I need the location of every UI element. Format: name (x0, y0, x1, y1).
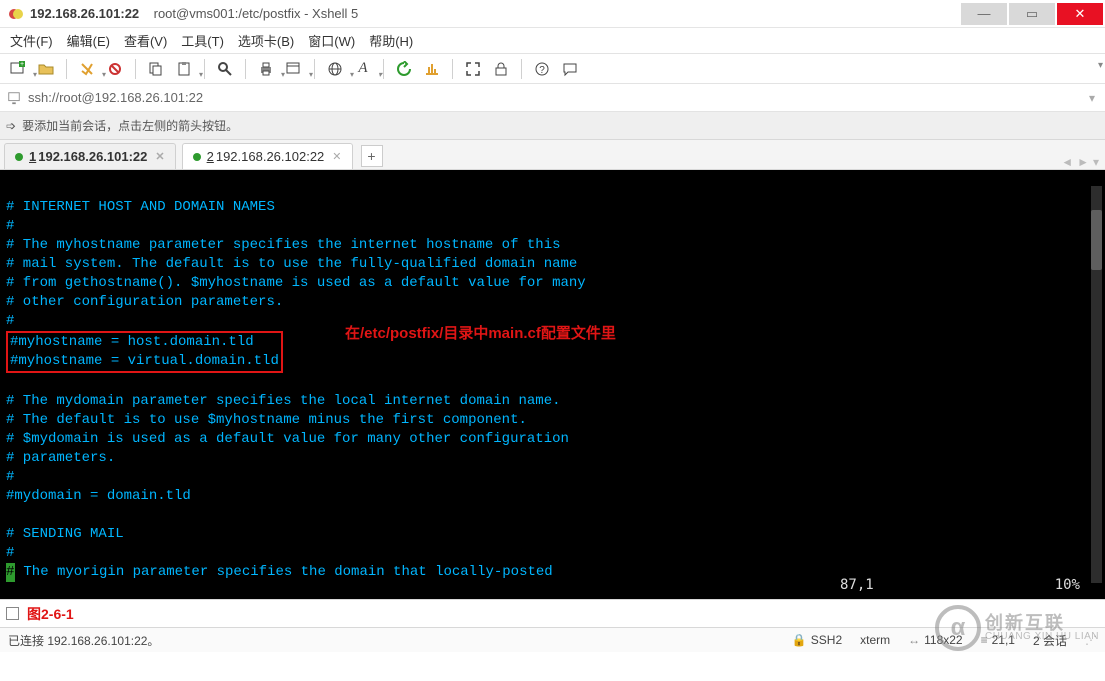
status-sessions: 2 会话 (1033, 632, 1067, 649)
toolbar-find-icon[interactable] (213, 57, 237, 81)
status-dot-icon (15, 153, 23, 161)
toolbar-lock-icon[interactable] (489, 57, 513, 81)
tab-close-icon[interactable]: ✕ (332, 150, 341, 163)
session-tab-1[interactable]: 1 192.168.26.101:22 ✕ (4, 143, 176, 169)
status-grip-icon: ⋰ (1085, 633, 1097, 647)
title-bar: 192.168.26.101:22 root@vms001:/etc/postf… (0, 0, 1105, 28)
svg-text:?: ? (539, 65, 545, 76)
app-icon (8, 6, 24, 22)
toolbar-new-session-icon[interactable]: + (6, 57, 30, 81)
tab-label: 192.168.26.102:22 (216, 149, 324, 164)
tab-next-icon[interactable]: ► (1077, 155, 1089, 169)
tab-close-icon[interactable]: ✕ (155, 150, 164, 163)
toolbar-transfer-icon[interactable] (392, 57, 416, 81)
toolbar-font-icon[interactable]: A (351, 57, 375, 81)
toolbar-help-icon[interactable]: ? (530, 57, 554, 81)
svg-text:+: + (20, 61, 24, 68)
toolbar-separator (66, 59, 67, 79)
status-dot-icon (193, 153, 201, 161)
tab-index: 1 (29, 149, 36, 164)
toolbar-chat-icon[interactable] (558, 57, 582, 81)
host-icon (6, 90, 22, 106)
status-size: ↔118x22 (908, 633, 962, 647)
tab-index: 2 (207, 149, 214, 164)
address-text[interactable]: ssh://root@192.168.26.101:22 (28, 90, 1085, 105)
send-to-all-checkbox[interactable] (6, 607, 25, 620)
window-minimize-button[interactable]: — (961, 3, 1007, 25)
toolbar-separator (314, 59, 315, 79)
toolbar-open-icon[interactable] (34, 57, 58, 81)
status-cursor: ≡21,1 (981, 633, 1015, 647)
session-tab-2[interactable]: 2 192.168.26.102:22 ✕ (182, 143, 353, 169)
menu-tab[interactable]: 选项卡(B) (238, 31, 294, 50)
toolbar-separator (383, 59, 384, 79)
toolbar-overflow-icon[interactable]: ▾ (1098, 60, 1103, 71)
toolbar-fullscreen-icon[interactable] (461, 57, 485, 81)
toolbar-print-icon[interactable] (254, 57, 278, 81)
status-ssh: 🔒SSH2 (792, 633, 842, 647)
tab-strip: 1 192.168.26.101:22 ✕ 2 192.168.26.102:2… (0, 140, 1105, 170)
toolbar-disconnect-icon[interactable] (103, 57, 127, 81)
add-session-arrow-icon[interactable]: ➩ (6, 119, 16, 133)
toolbar-xftp-icon[interactable] (420, 57, 444, 81)
tab-list-icon[interactable]: ▾ (1093, 155, 1099, 169)
cursor-icon: ≡ (981, 633, 988, 647)
terminal[interactable]: # INTERNET HOST AND DOMAIN NAMES # # The… (0, 170, 1088, 599)
window-title: 192.168.26.101:22 root@vms001:/etc/postf… (30, 6, 358, 21)
toolbar-globe-icon[interactable] (323, 57, 347, 81)
figure-label: 图2-6-1 (27, 604, 74, 624)
toolbar-separator (135, 59, 136, 79)
toolbar-separator (204, 59, 205, 79)
toolbar-separator (245, 59, 246, 79)
terminal-scrollbar[interactable] (1088, 170, 1105, 599)
address-bar: ssh://root@192.168.26.101:22 ▾ (0, 84, 1105, 112)
menu-tools[interactable]: 工具(T) (181, 31, 224, 50)
info-bar-text: 要添加当前会话，点击左侧的箭头按钮。 (22, 117, 238, 134)
toolbar-paste-icon[interactable] (172, 57, 196, 81)
menu-help[interactable]: 帮助(H) (369, 31, 413, 50)
status-bar: 已连接 192.168.26.101:22。 🔒SSH2 xterm ↔118x… (0, 628, 1105, 652)
toolbar: + A ? (0, 54, 1105, 84)
toolbar-copy-icon[interactable] (144, 57, 168, 81)
toolbar-reconnect-icon[interactable] (75, 57, 99, 81)
toolbar-separator (521, 59, 522, 79)
checkbox-icon (6, 607, 19, 620)
window-maximize-button[interactable]: ▭ (1009, 3, 1055, 25)
terminal-panel: # INTERNET HOST AND DOMAIN NAMES # # The… (0, 170, 1105, 600)
status-connection: 已连接 192.168.26.101:22。 (8, 632, 159, 649)
lock-icon: 🔒 (792, 633, 807, 647)
scrollbar-thumb[interactable] (1091, 210, 1102, 270)
menu-bar: 文件(F) 编辑(E) 查看(V) 工具(T) 选项卡(B) 窗口(W) 帮助(… (0, 28, 1105, 54)
menu-window[interactable]: 窗口(W) (308, 31, 355, 50)
window-close-button[interactable]: ✕ (1057, 3, 1103, 25)
toolbar-separator (452, 59, 453, 79)
compose-bar: 图2-6-1 (0, 600, 1105, 628)
menu-edit[interactable]: 编辑(E) (67, 31, 110, 50)
tab-prev-icon[interactable]: ◄ (1061, 155, 1073, 169)
menu-view[interactable]: 查看(V) (124, 31, 167, 50)
toolbar-properties-icon[interactable] (282, 57, 306, 81)
tab-label: 192.168.26.101:22 (38, 149, 147, 164)
status-term: xterm (860, 633, 890, 647)
info-bar: ➩ 要添加当前会话，点击左侧的箭头按钮。 (0, 112, 1105, 140)
addrbar-overflow-icon[interactable]: ▾ (1089, 91, 1095, 105)
menu-file[interactable]: 文件(F) (10, 31, 53, 50)
new-tab-button[interactable]: + (361, 145, 383, 167)
size-icon: ↔ (908, 633, 920, 647)
